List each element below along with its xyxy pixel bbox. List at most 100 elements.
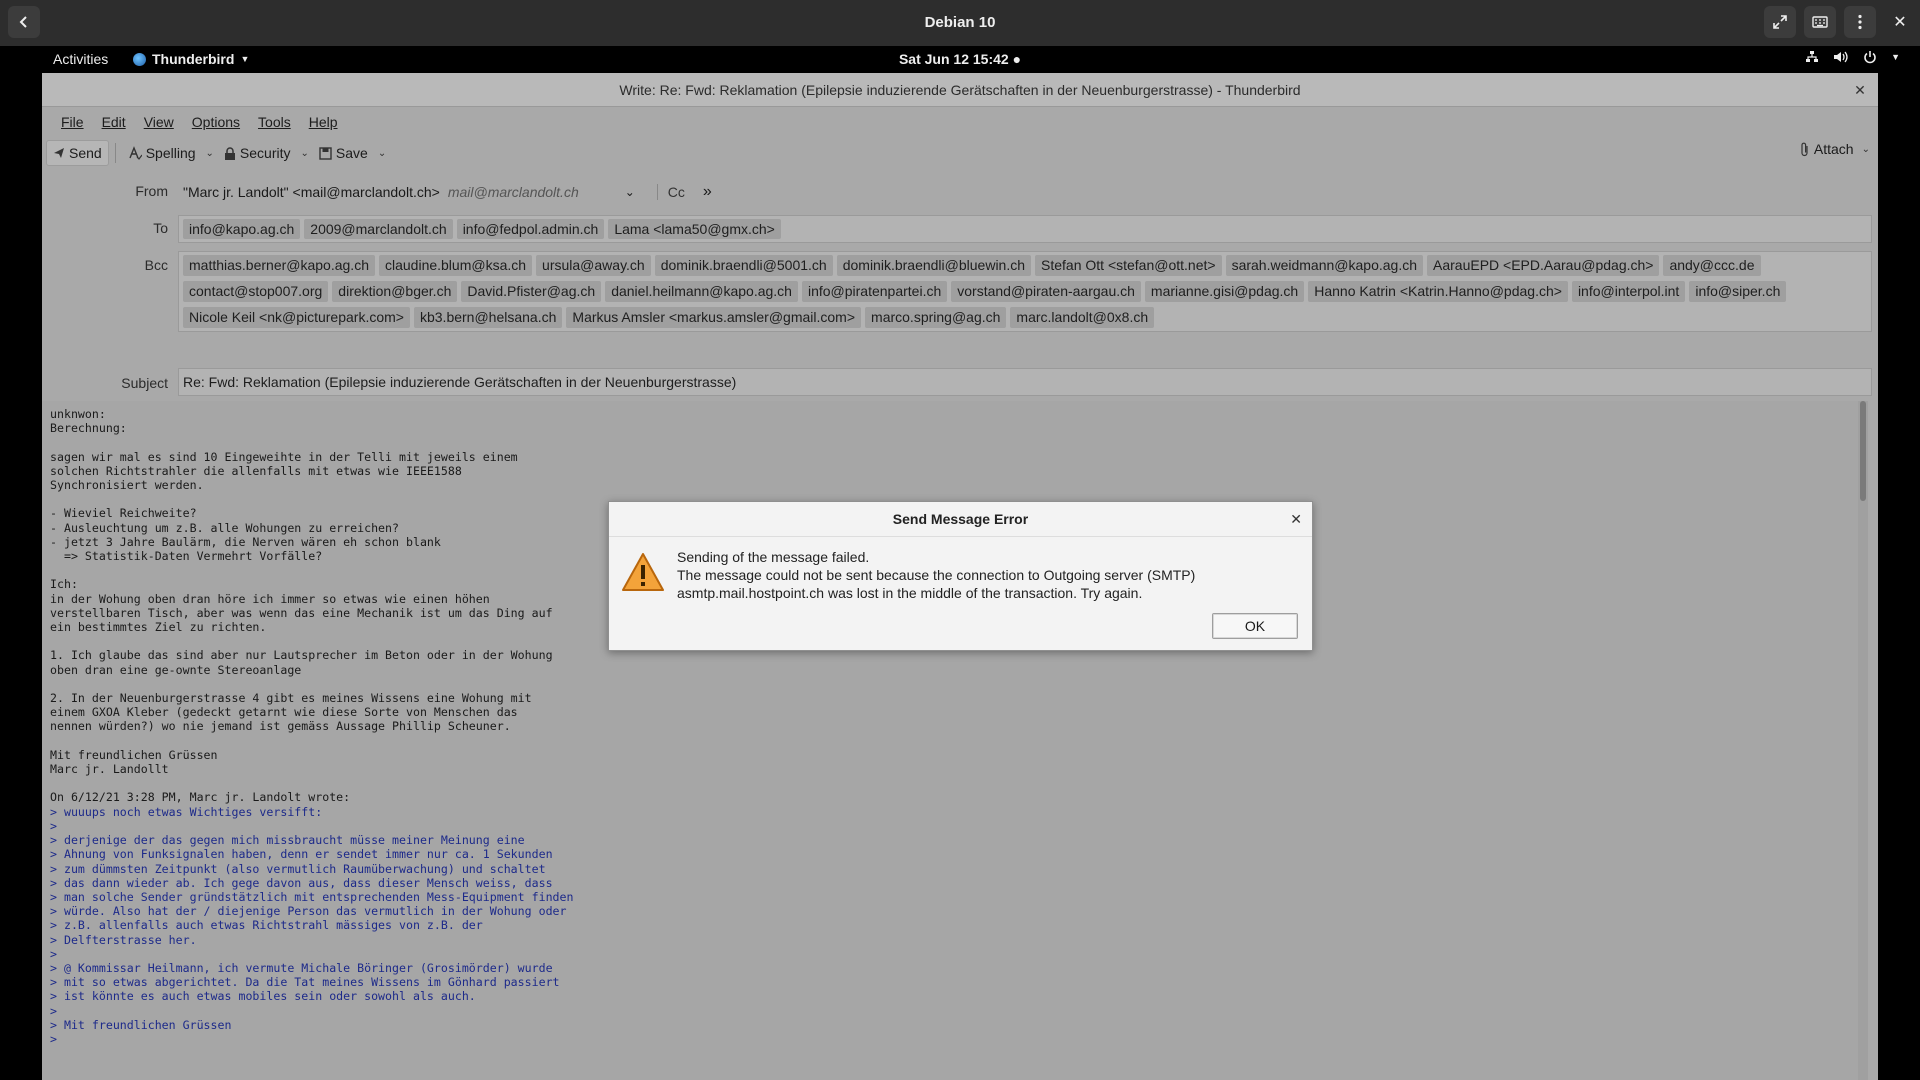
quoted-line: > Mit freundlichen Grüssen: [50, 1017, 232, 1032]
bcc-recipient-pill[interactable]: dominik.braendli@bluewin.ch: [836, 255, 1032, 276]
body-line: nennen würden?) wo nie jemand ist gemäss…: [50, 719, 511, 734]
fullscreen-button[interactable]: [1764, 6, 1796, 38]
body-line: Mit freundlichen Grüssen: [50, 747, 218, 762]
bcc-recipient-pill[interactable]: daniel.heilmann@kapo.ag.ch: [605, 281, 798, 302]
body-line: unknwon:: [50, 407, 106, 421]
body-line: On 6/12/21 3:28 PM, Marc jr. Landolt wro…: [50, 790, 351, 805]
bcc-recipient-pill[interactable]: info@piratenpartei.ch: [801, 281, 948, 302]
bcc-recipient-pill[interactable]: contact@stop007.org: [183, 281, 329, 302]
close-icon: ✕: [1893, 14, 1907, 31]
bcc-recipient-pill[interactable]: info@interpol.int: [1571, 281, 1686, 302]
menu-help[interactable]: Help: [300, 114, 347, 130]
body-line: sagen wir mal es sind 10 Eingeweihte in …: [50, 449, 518, 464]
body-line: Berechnung:: [50, 421, 127, 436]
chevron-down-icon: ⌄: [624, 185, 635, 199]
menu-bar: File Edit View Options Tools Help: [42, 107, 1878, 137]
bcc-recipient-pill[interactable]: marc.landolt@0x8.ch: [1010, 307, 1155, 328]
bcc-recipient-pill[interactable]: info@siper.ch: [1689, 281, 1787, 302]
compose-toolbar: Send Spelling ⌄ Security ⌄ Save ⌄ Attach…: [42, 137, 1878, 169]
menu-view[interactable]: View: [135, 114, 183, 130]
body-line: Marc jr. Landollt: [50, 762, 169, 777]
volume-icon: [1834, 51, 1848, 63]
bcc-recipient-pill[interactable]: sarah.weidmann@kapo.ag.ch: [1225, 255, 1423, 276]
app-menu[interactable]: Thunderbird ▼: [133, 51, 249, 67]
to-recipient-pill[interactable]: 2009@marclandolt.ch: [304, 219, 453, 239]
security-button[interactable]: Security: [218, 141, 297, 165]
to-recipient-pill[interactable]: Lama <lama50@gmx.ch>: [608, 219, 781, 239]
bcc-recipient-pill[interactable]: direktion@bger.ch: [332, 281, 458, 302]
save-button[interactable]: Save: [313, 141, 374, 165]
bcc-recipient-pill[interactable]: AarauEPD <EPD.Aarau@pdag.ch>: [1427, 255, 1660, 276]
to-recipient-pill[interactable]: info@fedpol.admin.ch: [456, 219, 605, 239]
bcc-recipient-pill[interactable]: Nicole Keil <nk@picturepark.com>: [183, 307, 410, 328]
menu-file[interactable]: File: [52, 114, 93, 130]
spelling-button[interactable]: Spelling: [122, 141, 202, 165]
thunderbird-icon: [133, 52, 146, 66]
window-titlebar: Write: Re: Fwd: Reklamation (Epilepsie i…: [42, 73, 1878, 107]
scrollbar-thumb[interactable]: [1860, 401, 1866, 501]
bcc-recipient-pill[interactable]: claudine.blum@ksa.ch: [378, 255, 533, 276]
to-field[interactable]: info@kapo.ag.ch 2009@marclandolt.ch info@f…: [178, 215, 1872, 243]
spelling-dropdown-icon[interactable]: ⌄: [202, 148, 218, 159]
bcc-label: Bcc: [144, 257, 168, 273]
back-button[interactable]: [8, 6, 40, 38]
security-label: Security: [239, 145, 291, 161]
menu-edit[interactable]: Edit: [93, 114, 135, 130]
vm-close-button[interactable]: ✕: [1884, 6, 1916, 38]
bcc-recipient-pill[interactable]: dominik.braendli@5001.ch: [654, 255, 833, 276]
menu-options[interactable]: Options: [183, 114, 249, 130]
bcc-recipient-pill[interactable]: andy@ccc.de: [1663, 255, 1761, 276]
caret-down-icon: ▼: [1891, 52, 1900, 62]
cc-button[interactable]: Cc: [656, 184, 685, 200]
bcc-recipient-pill[interactable]: marco.spring@ag.ch: [865, 307, 1007, 328]
quoted-line: > würde. Also hat der / diejenige Person…: [50, 904, 567, 919]
activities-button[interactable]: Activities: [53, 51, 108, 67]
save-icon: [319, 146, 332, 160]
body-line: 2. In der Neuenburgerstrasse 4 gibt es m…: [50, 691, 532, 706]
notification-dot-icon: ●: [1012, 51, 1022, 67]
bcc-recipient-pill[interactable]: ursula@away.ch: [536, 255, 651, 276]
dialog-close-button[interactable]: ✕: [1290, 502, 1302, 537]
subject-input[interactable]: Re: Fwd: Reklamation (Epilepsie induzier…: [178, 368, 1872, 396]
bcc-recipient-pill[interactable]: marianne.gisi@pdag.ch: [1144, 281, 1305, 302]
keyboard-button[interactable]: [1804, 6, 1836, 38]
bcc-recipient-pill[interactable]: Hanno Katrin <Katrin.Hanno@pdag.ch>: [1308, 281, 1568, 302]
security-dropdown-icon[interactable]: ⌄: [297, 148, 313, 159]
attach-button[interactable]: Attach ⌄: [1800, 141, 1874, 157]
more-options-button[interactable]: [1844, 6, 1876, 38]
body-line: solchen Richtstrahler die allenfalls mit…: [50, 463, 462, 478]
bcc-field[interactable]: matthias.berner@kapo.ag.ch claudine.blum@…: [178, 251, 1872, 332]
send-label: Send: [69, 145, 102, 161]
bcc-recipient-pill[interactable]: Stefan Ott <stefan@ott.net>: [1035, 255, 1222, 276]
body-line: einem GXOA Kleber (gedeckt getarnt wie d…: [50, 705, 518, 720]
bcc-recipient-pill[interactable]: kb3.bern@helsana.ch: [413, 307, 563, 328]
menu-tools[interactable]: Tools: [249, 114, 300, 130]
system-tray[interactable]: ▼: [1805, 50, 1900, 64]
from-selector[interactable]: "Marc jr. Landolt" <mail@marclandolt.ch>…: [183, 183, 712, 201]
dialog-message-line: Sending of the message failed.: [677, 549, 870, 565]
to-recipient-pill[interactable]: info@kapo.ag.ch: [183, 219, 301, 239]
dialog-title-text: Send Message Error: [892, 511, 1029, 527]
attach-dropdown-icon[interactable]: ⌄: [1858, 144, 1874, 155]
dialog-message: Sending of the message failed. The messa…: [677, 548, 1195, 602]
body-line: [50, 776, 1868, 790]
bcc-recipient-pill[interactable]: vorstand@piraten-aargau.ch: [951, 281, 1141, 302]
menu-label: Edit: [101, 114, 126, 130]
bcc-recipient-pill[interactable]: David.Pfister@ag.ch: [461, 281, 602, 302]
ok-button[interactable]: OK: [1212, 613, 1298, 639]
clock-text: Sat Jun 12 15:42: [898, 51, 1009, 67]
menu-label: Help: [308, 114, 338, 130]
more-recipient-fields-icon[interactable]: »: [703, 183, 712, 201]
app-menu-label: Thunderbird: [152, 51, 235, 67]
save-dropdown-icon[interactable]: ⌄: [374, 148, 390, 159]
vm-actions: ✕: [1764, 6, 1916, 38]
bcc-recipient-pill[interactable]: Markus Amsler <markus.amsler@gmail.com>: [566, 307, 862, 328]
quoted-line: >: [50, 1003, 57, 1018]
clock[interactable]: Sat Jun 12 15:42 ●: [0, 51, 1920, 67]
body-scrollbar[interactable]: [1858, 401, 1868, 1080]
menu-label: Tools: [258, 114, 291, 130]
window-close-button[interactable]: ✕: [1850, 80, 1870, 100]
send-button[interactable]: Send: [46, 140, 109, 166]
bcc-recipient-pill[interactable]: matthias.berner@kapo.ag.ch: [183, 255, 375, 276]
kebab-menu-icon: [1858, 14, 1862, 30]
